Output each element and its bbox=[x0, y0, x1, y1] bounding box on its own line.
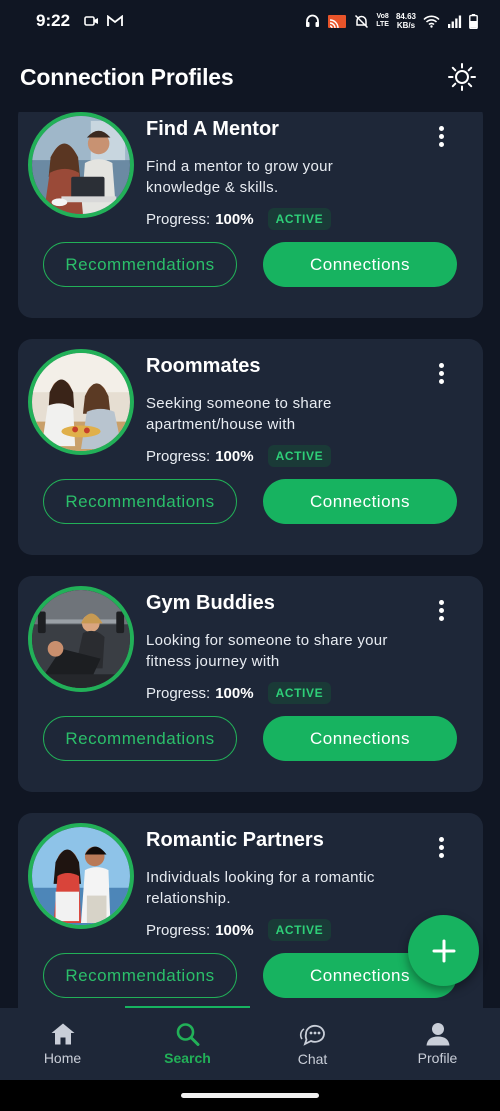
profile-card-roommates: Roommates Seeking someone to share apart… bbox=[18, 339, 483, 555]
status-time: 9:22 bbox=[36, 11, 71, 30]
profile-card-list[interactable]: Find A Mentor Find a mentor to grow your… bbox=[0, 112, 500, 1008]
profile-image-gym bbox=[28, 586, 134, 692]
more-vert-icon bbox=[438, 836, 444, 842]
app-header: Connection Profiles bbox=[0, 42, 500, 112]
nav-label-home: Home bbox=[43, 1050, 82, 1066]
wifi-icon bbox=[423, 15, 440, 28]
speed-value: 84.63 bbox=[395, 12, 416, 21]
nav-item-home[interactable]: Home bbox=[0, 1008, 125, 1080]
search-icon bbox=[176, 1023, 199, 1046]
profile-card-gym-buddies: Gym Buddies Looking for someone to share… bbox=[18, 576, 483, 792]
recommendations-button[interactable]: Recommendations bbox=[43, 716, 237, 761]
nav-item-profile[interactable]: Profile bbox=[375, 1008, 500, 1080]
status-badge: ACTIVE bbox=[267, 208, 332, 230]
recommendations-button[interactable]: Recommendations bbox=[43, 953, 237, 998]
card-description: Individuals looking for a romantic relat… bbox=[146, 869, 375, 907]
progress-label: Progress: bbox=[146, 447, 211, 465]
progress-label: Progress: bbox=[146, 210, 211, 228]
nav-item-search[interactable]: Search bbox=[125, 1008, 250, 1080]
progress-row: Progress: 100% ACTIVE bbox=[146, 919, 332, 941]
connections-button[interactable]: Connections bbox=[263, 242, 457, 287]
status-badge: ACTIVE bbox=[267, 919, 332, 941]
speed-unit: KB/s bbox=[396, 21, 416, 30]
profile-icon bbox=[426, 1023, 449, 1046]
recommendations-button[interactable]: Recommendations bbox=[43, 242, 237, 287]
progress-value: 100% bbox=[215, 684, 254, 702]
progress-row: Progress: 100% ACTIVE bbox=[146, 208, 332, 230]
more-options-button[interactable] bbox=[429, 361, 453, 385]
progress-label: Progress: bbox=[146, 684, 211, 702]
gmail-icon bbox=[107, 15, 123, 26]
page-title: Connection Profiles bbox=[20, 63, 234, 90]
more-vert-icon bbox=[438, 125, 444, 131]
profile-image-mentor bbox=[28, 112, 134, 218]
progress-value: 100% bbox=[215, 210, 254, 228]
connections-button[interactable]: Connections bbox=[263, 479, 457, 524]
add-profile-fab[interactable] bbox=[408, 915, 479, 986]
profile-image-roommates bbox=[28, 349, 134, 455]
profile-card-find-a-mentor: Find A Mentor Find a mentor to grow your… bbox=[18, 112, 483, 318]
profile-image-romantic bbox=[28, 823, 134, 929]
card-title: Gym Buddies bbox=[146, 592, 275, 614]
signal-icon bbox=[448, 15, 462, 28]
card-title: Romantic Partners bbox=[146, 829, 324, 851]
network-label-bottom: LTE bbox=[376, 21, 389, 28]
chat-icon bbox=[299, 1024, 325, 1046]
more-vert-icon bbox=[438, 599, 444, 605]
video-icon bbox=[84, 16, 99, 26]
nav-label-search: Search bbox=[164, 1050, 211, 1066]
status-badge: ACTIVE bbox=[267, 682, 332, 704]
progress-row: Progress: 100% ACTIVE bbox=[146, 445, 332, 467]
mute-bell-icon bbox=[355, 14, 369, 28]
connections-button[interactable]: Connections bbox=[263, 716, 457, 761]
nav-item-chat[interactable]: Chat bbox=[250, 1008, 375, 1080]
profile-card-romantic-partners: Romantic Partners Individuals looking fo… bbox=[18, 813, 483, 1008]
progress-label: Progress: bbox=[146, 921, 211, 939]
card-description: Looking for someone to share your fitnes… bbox=[146, 632, 388, 670]
more-options-button[interactable] bbox=[429, 835, 453, 859]
more-options-button[interactable] bbox=[429, 598, 453, 622]
card-description: Find a mentor to grow your knowledge & s… bbox=[146, 158, 334, 196]
more-options-button[interactable] bbox=[429, 124, 453, 148]
progress-value: 100% bbox=[215, 921, 254, 939]
sun-icon bbox=[448, 63, 476, 91]
card-title: Roommates bbox=[146, 355, 261, 377]
plus-icon bbox=[432, 939, 455, 962]
headphones-icon bbox=[306, 14, 320, 27]
bottom-nav: Home Search Chat Profile bbox=[0, 1008, 500, 1080]
progress-value: 100% bbox=[215, 447, 254, 465]
cast-icon bbox=[328, 14, 347, 28]
gesture-handle[interactable] bbox=[181, 1093, 319, 1098]
card-title: Find A Mentor bbox=[146, 118, 279, 140]
home-icon bbox=[51, 1023, 74, 1045]
progress-row: Progress: 100% ACTIVE bbox=[146, 682, 332, 704]
status-bar: 9:22 Vo8 LTE 84.63 KB/s bbox=[0, 0, 500, 42]
recommendations-button[interactable]: Recommendations bbox=[43, 479, 237, 524]
battery-icon bbox=[469, 13, 478, 29]
nav-label-chat: Chat bbox=[297, 1051, 328, 1067]
network-label-top: Vo8 bbox=[376, 13, 389, 20]
theme-toggle-button[interactable] bbox=[444, 59, 480, 95]
status-badge: ACTIVE bbox=[267, 445, 332, 467]
more-vert-icon bbox=[438, 362, 444, 368]
card-description: Seeking someone to share apartment/house… bbox=[146, 395, 332, 433]
nav-label-profile: Profile bbox=[417, 1050, 458, 1066]
